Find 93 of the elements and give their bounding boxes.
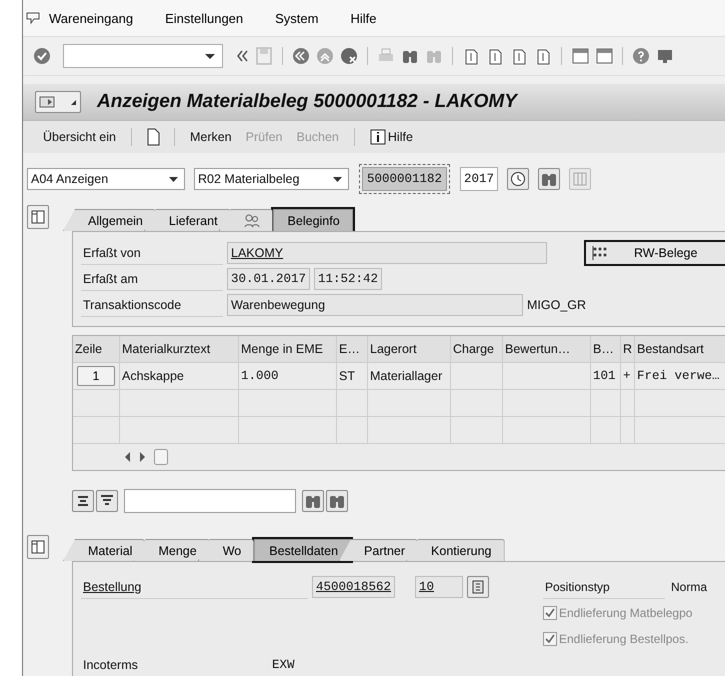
layout-button[interactable] xyxy=(27,535,49,559)
history-button[interactable] xyxy=(507,168,530,190)
checkbox-label: Endlieferung Matbelegpo xyxy=(559,606,692,620)
tab[interactable]: Kontierung xyxy=(406,539,505,561)
dropdown-caret-icon xyxy=(169,176,178,182)
document-number-field[interactable]: 5000001182 xyxy=(362,167,448,191)
column-header[interactable]: Charge xyxy=(451,336,503,362)
find-button[interactable] xyxy=(302,490,324,512)
check-icon xyxy=(545,634,555,644)
scroll-right-icon[interactable] xyxy=(138,450,148,464)
menu-item[interactable]: System xyxy=(259,10,334,26)
check-icon xyxy=(545,608,555,618)
dropdown-caret-icon[interactable] xyxy=(204,52,216,60)
item-type-value: Norma xyxy=(671,580,708,594)
transaction-code: MIGO_GR xyxy=(527,298,586,312)
field-label: Erfaßt von xyxy=(81,242,223,264)
date-field: 30.01.2017 xyxy=(227,268,310,290)
monitor-icon[interactable] xyxy=(656,47,674,65)
scroll-thumb[interactable] xyxy=(154,449,168,465)
menu-item[interactable]: Wareneingang xyxy=(41,10,150,26)
find-next-button[interactable] xyxy=(326,490,348,512)
column-header[interactable]: B… xyxy=(591,336,621,362)
window-icon[interactable] xyxy=(571,47,589,65)
tab[interactable]: Allgemein xyxy=(63,209,156,231)
time-field: 11:52:42 xyxy=(314,268,382,290)
people-icon xyxy=(244,212,260,228)
clock-icon xyxy=(510,171,526,187)
incoterms-value: EXW xyxy=(272,658,295,672)
column-header[interactable]: Bewertun… xyxy=(503,336,591,362)
grid-icon xyxy=(572,171,588,187)
scroll-icon xyxy=(470,579,486,595)
field-value: Warenbewegung xyxy=(227,294,523,316)
layout-button[interactable] xyxy=(27,205,49,229)
tab[interactable]: Bestelldaten xyxy=(254,539,352,561)
column-header[interactable]: Lagerort xyxy=(368,336,451,362)
order-number-field: 4500018562 xyxy=(312,576,396,598)
back-icon[interactable] xyxy=(292,47,310,65)
panel-icon xyxy=(30,209,46,225)
rw-documents-button[interactable]: RW-Belege xyxy=(584,240,725,266)
cancel-icon[interactable] xyxy=(340,47,358,65)
window-title: Anzeigen Materialbeleg 5000001182 - LAKOMY xyxy=(97,91,517,113)
table-cell: ST xyxy=(337,363,368,389)
toolbar-button[interactable]: Übersicht ein xyxy=(41,130,118,144)
info-icon xyxy=(370,129,386,145)
panel-icon xyxy=(30,539,46,555)
filter-button[interactable] xyxy=(96,490,118,512)
scroll-button[interactable] xyxy=(467,576,490,598)
position-field: 10 xyxy=(415,576,464,598)
object-dropdown[interactable]: R02 Materialbeleg xyxy=(194,168,349,190)
field-label: Incoterms xyxy=(81,654,268,676)
column-header[interactable]: Bestandsart xyxy=(635,336,725,362)
filter-icon xyxy=(99,494,115,508)
caret-icon[interactable] xyxy=(70,98,77,106)
menu-item[interactable]: Einstellungen xyxy=(149,10,260,26)
table-cell: 101 xyxy=(591,363,621,389)
dots-grid-icon xyxy=(592,246,608,260)
table-cell: Frei verwe… xyxy=(635,363,725,389)
checkbox-label: Endlieferung Bestellpos. xyxy=(559,632,688,646)
table-cell: Achskappe xyxy=(120,363,239,389)
double-chevron-icon[interactable] xyxy=(235,49,249,63)
column-header[interactable]: Menge in EME xyxy=(239,336,337,362)
column-header[interactable]: Materialkurztext xyxy=(120,336,239,362)
field-label: Transaktionscode xyxy=(81,294,223,316)
help-icon[interactable] xyxy=(632,47,650,65)
sort-icon xyxy=(75,494,91,508)
action-dropdown[interactable]: A04 Anzeigen xyxy=(27,168,185,190)
field-label: Positionstyp xyxy=(543,576,665,598)
column-header[interactable]: R xyxy=(621,336,635,362)
table-cell: 1.000 xyxy=(239,363,337,389)
sort-button[interactable] xyxy=(72,490,94,512)
field-label: Erfaßt am xyxy=(81,268,223,290)
table-cell: Materiallager xyxy=(368,363,451,389)
document-icon[interactable] xyxy=(144,128,161,146)
tab[interactable]: Beleginfo xyxy=(272,209,353,231)
menu-item[interactable]: Hilfe xyxy=(334,10,392,26)
window-icon[interactable] xyxy=(595,47,613,65)
tab[interactable]: Material xyxy=(63,539,146,561)
column-header[interactable]: Zeile xyxy=(73,336,120,362)
command-field[interactable] xyxy=(63,44,223,68)
order-link[interactable]: Bestellung xyxy=(81,576,308,598)
dropdown-caret-icon xyxy=(333,176,342,182)
table-cell: + xyxy=(621,363,635,389)
row-button[interactable]: 1 xyxy=(77,366,115,386)
year-field[interactable]: 2017 xyxy=(460,167,498,191)
user-link[interactable]: LAKOMY xyxy=(231,246,284,260)
menu-button[interactable] xyxy=(35,91,81,113)
search-field[interactable] xyxy=(124,489,296,513)
search-button[interactable] xyxy=(538,168,560,190)
toolbar-button[interactable]: Merken xyxy=(188,130,234,144)
check-icon[interactable] xyxy=(33,47,51,65)
column-header[interactable]: E… xyxy=(337,336,368,362)
help-button[interactable]: Hilfe xyxy=(368,129,415,145)
screen-icon[interactable] xyxy=(39,95,55,109)
